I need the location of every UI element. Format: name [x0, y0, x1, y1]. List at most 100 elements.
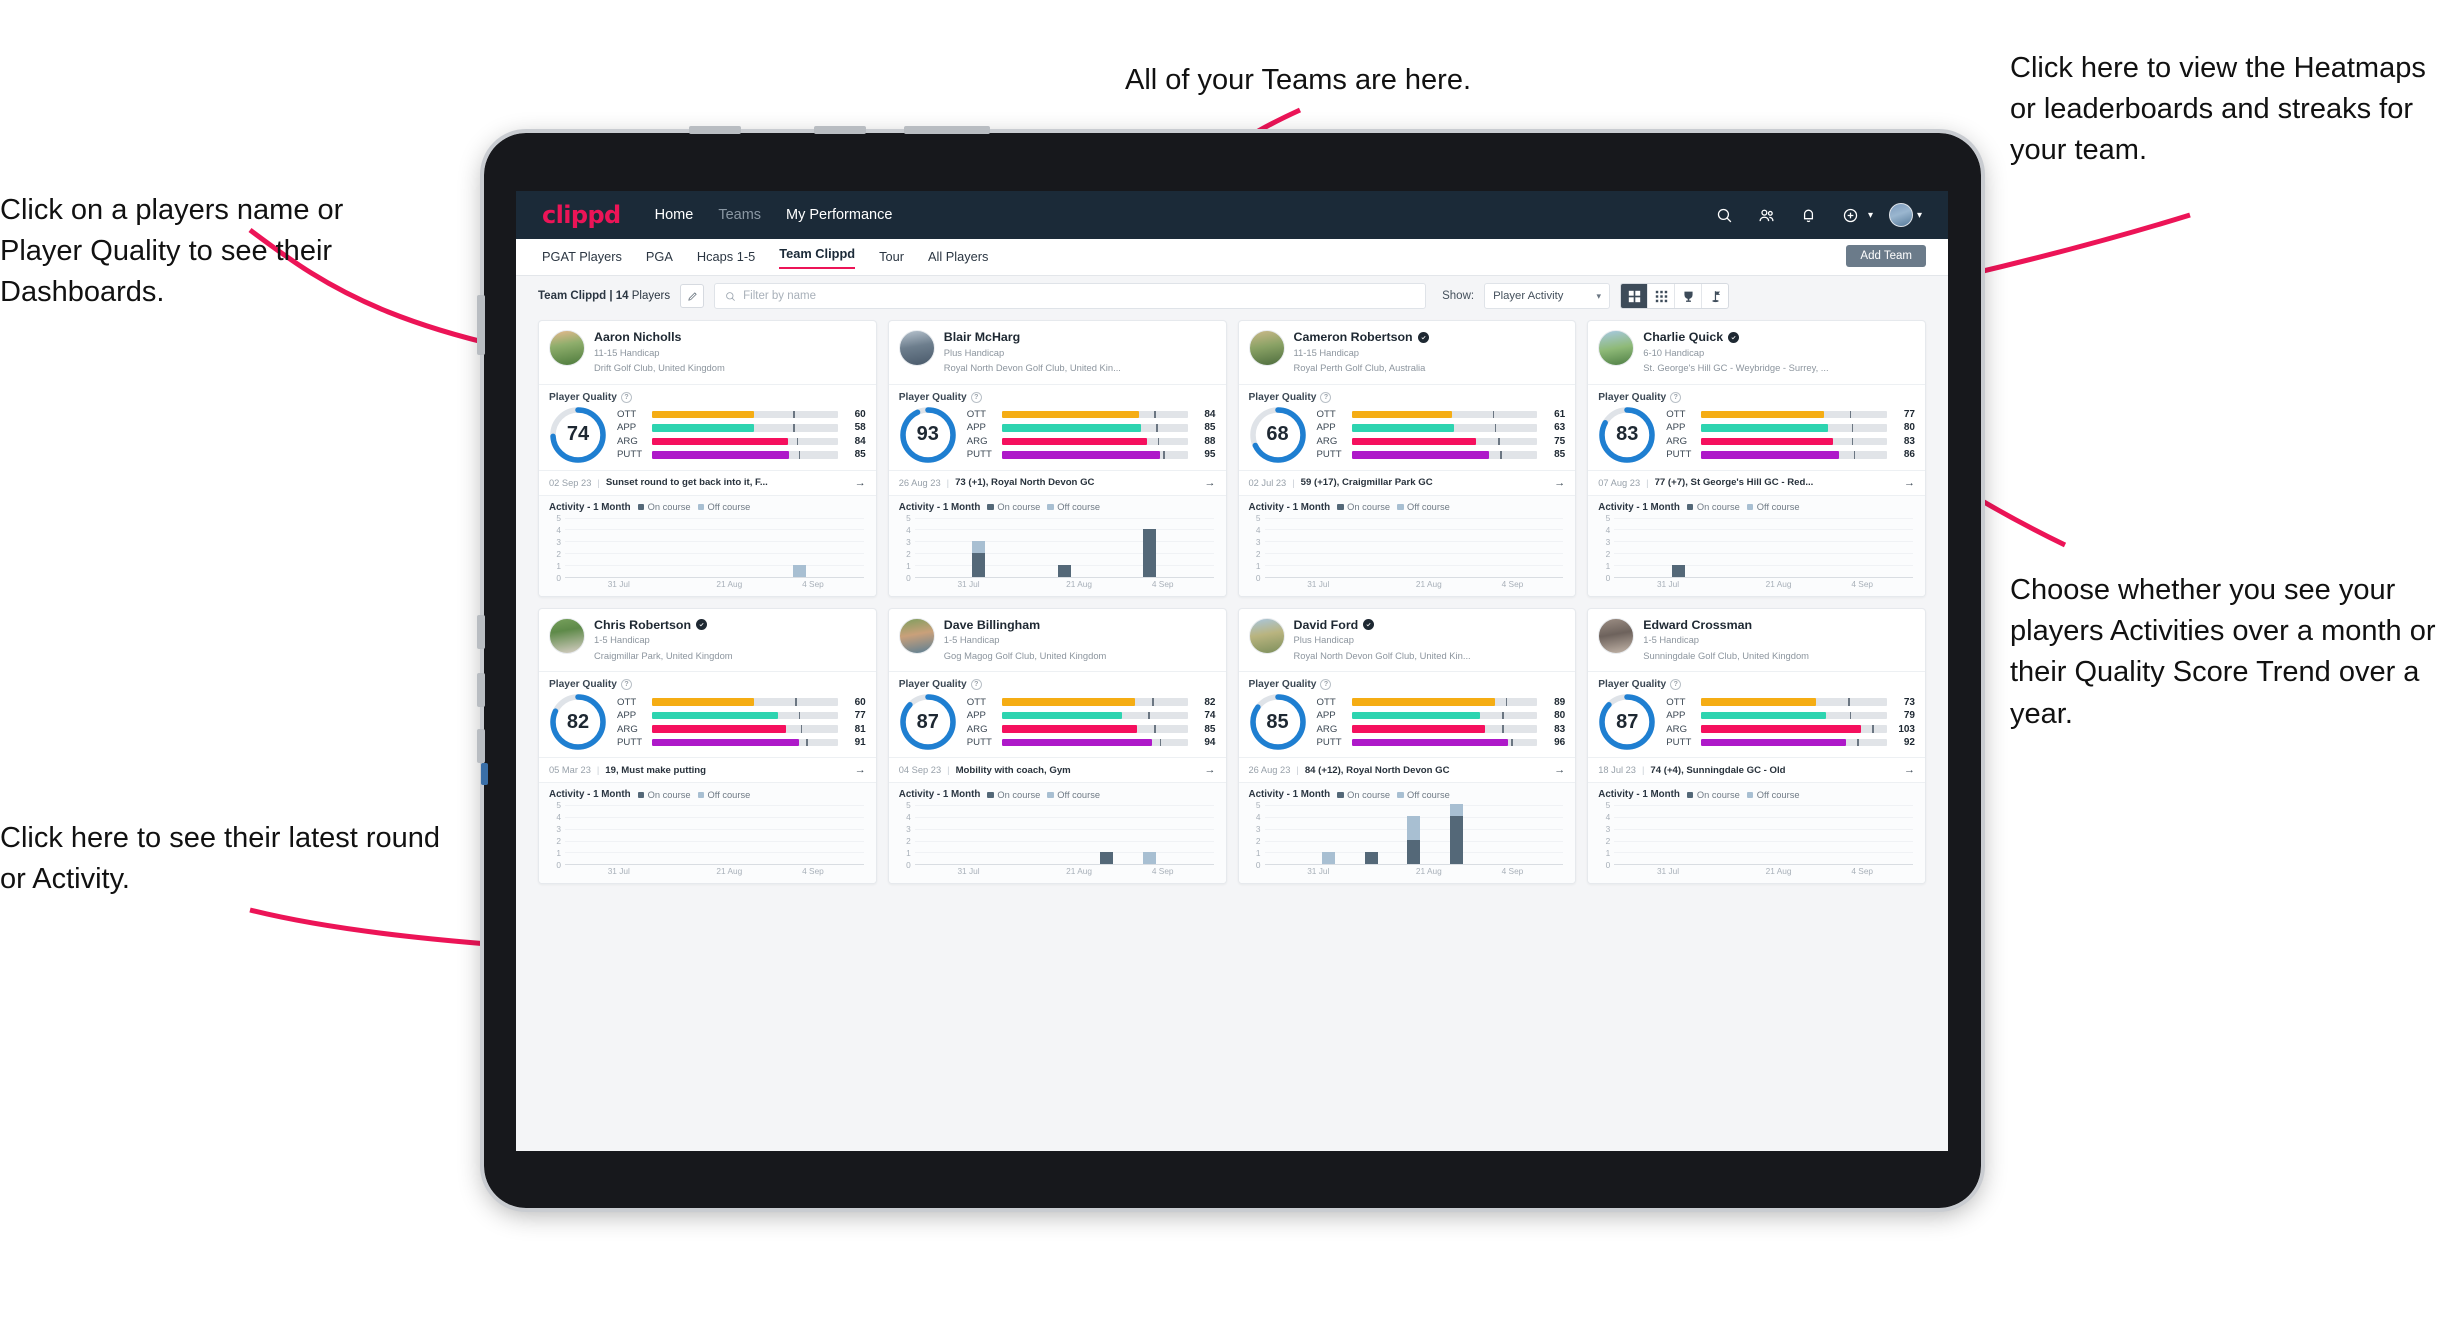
- arrow-right-icon[interactable]: →: [1554, 477, 1565, 489]
- player-quality-section[interactable]: Player Quality? 85 OTT 89 APP 80 ARG 83 PUTT 96: [1238, 671, 1576, 757]
- player-name[interactable]: Aaron Nicholls: [594, 330, 725, 344]
- help-icon[interactable]: ?: [1320, 391, 1332, 403]
- metric-row: APP 63: [1317, 422, 1566, 433]
- player-card-header[interactable]: Aaron Nicholls 11-15 Handicap Drift Golf C…: [539, 321, 876, 384]
- player-card[interactable]: Dave Billingham 1-5 Handicap Gog Magog Gol…: [887, 607, 1227, 885]
- player-name[interactable]: Dave Billingham: [944, 618, 1107, 632]
- activity-slot: [1614, 518, 1657, 577]
- player-quality-section[interactable]: Player Quality? 87 OTT 82 APP 74 ARG 85 PUTT 94: [888, 671, 1226, 757]
- activity-slot: [1435, 518, 1478, 577]
- round-separator: |: [946, 477, 950, 488]
- player-name[interactable]: Chris Robertson: [594, 618, 733, 632]
- player-club: Royal Perth Golf Club, Australia: [1293, 361, 1426, 373]
- arrow-right-icon[interactable]: →: [1554, 764, 1565, 776]
- y-axis-tick: 5: [556, 512, 561, 523]
- latest-round-row[interactable]: 26 Aug 23 | 73 (+1), Royal North Devon GC →: [888, 469, 1226, 495]
- player-name[interactable]: David Ford: [1294, 618, 1471, 632]
- latest-round-row[interactable]: 05 Mar 23 | 19, Must make putting →: [539, 757, 876, 782]
- player-card[interactable]: Blair McHarg Plus Handicap Royal North Dev…: [887, 320, 1227, 597]
- metric-value: 77: [1903, 408, 1915, 420]
- show-select[interactable]: Player Activity ▾: [1484, 283, 1611, 309]
- add-team-button[interactable]: Add Team: [1846, 245, 1926, 267]
- plus-circle-icon[interactable]: [1838, 202, 1864, 228]
- activity-slot: [1870, 518, 1913, 577]
- player-card-header[interactable]: Charlie Quick 6-10 Handicap St. George's H…: [1588, 321, 1925, 384]
- latest-round-row[interactable]: 04 Sep 23 | Mobility with coach, Gym →: [888, 757, 1226, 782]
- search-input[interactable]: Filter by name: [714, 283, 1427, 309]
- activity-chart: 5 4 3 2 1 0 31 Jul 21 Aug 4 Sep: [1249, 513, 1566, 592]
- tablet-button-top-1: [689, 126, 741, 134]
- search-icon[interactable]: [1712, 202, 1738, 228]
- player-quality-section[interactable]: Player Quality? 93 OTT 84 APP 85 ARG 88 PUTT 95: [888, 383, 1226, 470]
- player-card-header[interactable]: David Ford Plus Handicap Royal North Devon…: [1239, 609, 1576, 672]
- activity-title: Activity - 1 Month: [1598, 501, 1680, 513]
- metric-bar: [1001, 738, 1188, 747]
- help-icon[interactable]: ?: [620, 391, 632, 403]
- arrow-right-icon[interactable]: →: [855, 764, 866, 776]
- arrow-right-icon[interactable]: →: [1904, 764, 1915, 776]
- help-icon[interactable]: ?: [1670, 391, 1682, 403]
- help-icon[interactable]: ?: [970, 679, 982, 691]
- chevron-down-icon-add[interactable]: ▾: [1868, 210, 1873, 221]
- player-quality-section[interactable]: Player Quality? 87 OTT 73 APP 79 ARG 103 PUTT 92: [1588, 671, 1925, 757]
- sidebar-item-tour[interactable]: Tour: [879, 249, 904, 266]
- sidebar-item-pga[interactable]: PGA: [646, 249, 673, 266]
- bell-icon[interactable]: [1796, 202, 1822, 228]
- player-name[interactable]: Charlie Quick: [1643, 330, 1828, 344]
- round-date: 04 Sep 23: [898, 765, 942, 776]
- team-count-rest: Players: [628, 290, 671, 302]
- sidebar-item-team-clippd[interactable]: Team Clippd: [779, 246, 856, 269]
- player-card[interactable]: Chris Robertson 1-5 Handicap Craigmillar P…: [538, 607, 877, 885]
- avatar[interactable]: [1888, 203, 1913, 227]
- arrow-right-icon[interactable]: →: [1205, 477, 1216, 489]
- grid-small-icon[interactable]: [1648, 284, 1676, 308]
- player-quality-section[interactable]: Player Quality? 74 OTT 60 APP 58 ARG 84 PUTT 85: [539, 383, 876, 470]
- activity-slot: [1265, 518, 1308, 577]
- latest-round-row[interactable]: 18 Jul 23 | 74 (+4), Sunningdale GC - Old →: [1588, 757, 1925, 782]
- player-quality-section[interactable]: Player Quality? 68 OTT 61 APP 63 ARG 75 PUTT 85: [1238, 383, 1576, 470]
- people-icon[interactable]: [1754, 202, 1780, 228]
- annotation-teams: All of your Teams are here.: [1125, 64, 1472, 96]
- player-card-header[interactable]: Cameron Robertson 11-15 Handicap Royal Per…: [1239, 321, 1576, 384]
- nav-item-home[interactable]: Home: [655, 207, 694, 223]
- nav-item-my-performance[interactable]: My Performance: [786, 207, 892, 223]
- arrow-right-icon[interactable]: →: [1205, 764, 1216, 776]
- player-card[interactable]: Charlie Quick 6-10 Handicap St. George's H…: [1587, 320, 1926, 597]
- player-card[interactable]: David Ford Plus Handicap Royal North Devon…: [1237, 607, 1577, 885]
- clippd-logo[interactable]: clippd: [542, 201, 621, 229]
- latest-round-row[interactable]: 02 Jul 23 | 59 (+17), Craigmillar Park GC →: [1238, 469, 1576, 495]
- player-quality-section[interactable]: Player Quality? 82 OTT 60 APP 77 ARG 81 PUTT 91: [539, 671, 876, 757]
- latest-round-row[interactable]: 26 Aug 23 | 84 (+12), Royal North Devon GC…: [1238, 757, 1576, 782]
- sidebar-item-all-players[interactable]: All Players: [928, 249, 988, 266]
- sidebar-item-pgat-players[interactable]: PGAT Players: [542, 249, 622, 266]
- golf-flag-icon[interactable]: [1702, 284, 1728, 308]
- grid-large-icon[interactable]: [1621, 284, 1649, 308]
- player-card[interactable]: Aaron Nicholls 11-15 Handicap Drift Golf C…: [538, 320, 877, 597]
- player-card[interactable]: Edward Crossman 1-5 Handicap Sunningdale G…: [1587, 607, 1926, 885]
- metric-bar: [1001, 437, 1188, 446]
- player-name[interactable]: Edward Crossman: [1643, 618, 1809, 632]
- player-name[interactable]: Cameron Robertson: [1294, 330, 1429, 344]
- chevron-down-icon-profile[interactable]: ▾: [1917, 210, 1922, 221]
- player-card-header[interactable]: Dave Billingham 1-5 Handicap Gog Magog Gol…: [889, 609, 1226, 672]
- arrow-right-icon[interactable]: →: [855, 477, 866, 489]
- help-icon[interactable]: ?: [1320, 679, 1332, 691]
- nav-item-teams[interactable]: Teams: [718, 207, 761, 223]
- player-card-header[interactable]: Chris Robertson 1-5 Handicap Craigmillar P…: [539, 609, 876, 672]
- sidebar-item-hcaps-1-5[interactable]: Hcaps 1-5: [697, 249, 755, 266]
- trophy-icon[interactable]: [1675, 284, 1703, 308]
- player-card-header[interactable]: Blair McHarg Plus Handicap Royal North Dev…: [889, 321, 1226, 384]
- help-icon[interactable]: ?: [970, 391, 982, 403]
- latest-round-row[interactable]: 02 Sep 23 | Sunset round to get back into …: [539, 469, 876, 495]
- player-card-header[interactable]: Edward Crossman 1-5 Handicap Sunningdale G…: [1588, 609, 1925, 672]
- latest-round-row[interactable]: 07 Aug 23 | 77 (+7), St George's Hill GC -…: [1588, 469, 1925, 495]
- help-icon[interactable]: ?: [620, 679, 632, 691]
- player-quality-section[interactable]: Player Quality? 83 OTT 77 APP 80 ARG 83 PUTT 86: [1588, 383, 1925, 470]
- arrow-right-icon[interactable]: →: [1904, 477, 1915, 489]
- player-name[interactable]: Blair McHarg: [944, 330, 1121, 344]
- x-axis-tick: 21 Aug: [716, 578, 743, 589]
- pencil-icon[interactable]: [680, 284, 705, 308]
- help-icon[interactable]: ?: [1670, 679, 1682, 691]
- y-axis-tick: 3: [1255, 824, 1261, 835]
- player-card[interactable]: Cameron Robertson 11-15 Handicap Royal Per…: [1237, 320, 1577, 597]
